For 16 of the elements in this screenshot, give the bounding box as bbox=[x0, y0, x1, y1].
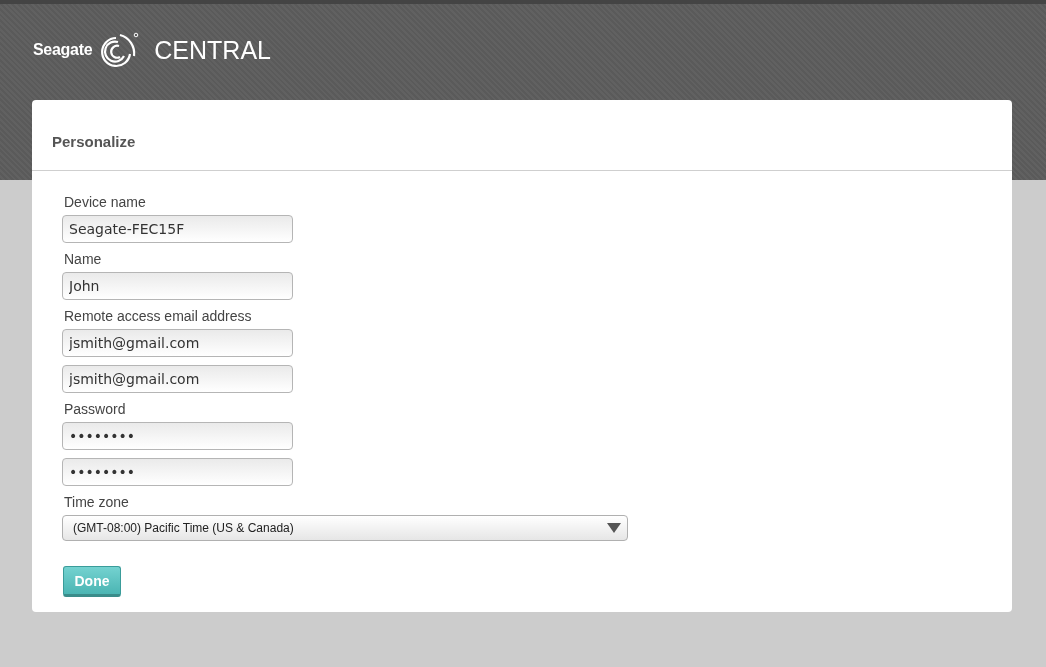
card-title: Personalize bbox=[52, 132, 136, 150]
caret-icon bbox=[607, 523, 621, 533]
input-field[interactable]: •••••••• bbox=[62, 458, 293, 486]
time-zone-dropdown[interactable]: (GMT-08:00) Pacific Time (US & Canada) bbox=[62, 515, 628, 541]
input-field[interactable]: jsmith@gmail.com bbox=[62, 329, 293, 357]
input-field[interactable]: •••••••• bbox=[62, 422, 293, 450]
field-label: Name bbox=[64, 251, 102, 267]
input-field[interactable]: jsmith@gmail.com bbox=[62, 365, 293, 393]
input-field[interactable]: Seagate-FEC15F bbox=[62, 215, 293, 243]
product-title: CENTRAL bbox=[154, 35, 271, 65]
field-label: Password bbox=[64, 401, 126, 417]
brand-logo-text: Seagate bbox=[33, 41, 93, 59]
input-field[interactable]: John bbox=[62, 272, 293, 300]
field-label: Device name bbox=[64, 194, 146, 210]
field-label: Remote access email address bbox=[64, 308, 252, 324]
field-label: Time zone bbox=[64, 494, 129, 510]
